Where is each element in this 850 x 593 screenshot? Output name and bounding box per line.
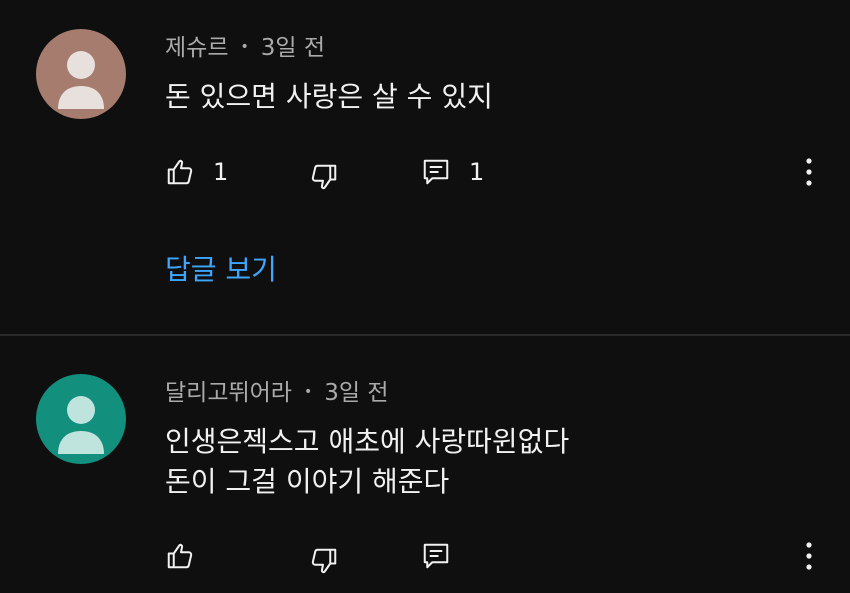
avatar-head — [67, 396, 95, 424]
comment-text: 돈 있으면 사랑은 살 수 있지 — [165, 77, 493, 117]
like-count: 1 — [213, 158, 229, 186]
comment-text-line: 돈 있으면 사랑은 살 수 있지 — [165, 80, 493, 113]
reply-comment-icon — [423, 159, 449, 185]
comment-text-line: 인생은젝스고 애초에 사랑따윈없다 — [165, 425, 570, 458]
reply-button[interactable] — [421, 539, 451, 573]
dislike-button[interactable] — [309, 544, 339, 578]
reply-comment-icon — [423, 543, 449, 569]
more-vertical-icon — [806, 158, 812, 186]
reply-button[interactable]: 1 — [421, 155, 484, 189]
thumbs-up-icon — [167, 159, 193, 185]
comment-item: 달리고뛰어라 • 3일 전 인생은젝스고 애초에 사랑따윈없다 돈이 그걸 이야기 … — [0, 336, 850, 593]
default-avatar-icon — [36, 374, 126, 464]
avatar[interactable] — [36, 374, 126, 464]
like-button[interactable]: 1 — [165, 155, 228, 189]
comment-text: 인생은젝스고 애초에 사랑따윈없다 돈이 그걸 이야기 해준다 — [165, 422, 569, 502]
more-actions-button[interactable] — [797, 539, 821, 573]
comment-author[interactable]: 제슈르 — [165, 35, 228, 61]
comment-time: 3일 전 — [260, 35, 326, 61]
comment-author[interactable]: 달리고뛰어라 — [165, 380, 292, 406]
like-button[interactable] — [165, 539, 195, 573]
avatar[interactable] — [36, 29, 126, 119]
comment-meta: 제슈르 • 3일 전 — [165, 33, 325, 66]
comment-item: 제슈르 • 3일 전 돈 있으면 사랑은 살 수 있지 1 1 답글 보기 — [0, 0, 850, 334]
meta-separator: • — [303, 384, 313, 400]
more-vertical-icon — [806, 542, 812, 570]
thumbs-down-icon — [311, 164, 337, 190]
comment-text-line: 돈이 그걸 이야기 해준다 — [165, 465, 450, 498]
meta-separator: • — [240, 39, 249, 55]
comment-meta: 달리고뛰어라 • 3일 전 — [165, 378, 389, 411]
more-actions-button[interactable] — [797, 155, 821, 189]
view-replies-link[interactable]: 답글 보기 — [165, 250, 277, 290]
reply-count: 1 — [469, 158, 485, 186]
thumbs-down-icon — [311, 548, 337, 574]
thumbs-up-icon — [167, 543, 193, 569]
dislike-button[interactable] — [309, 160, 339, 194]
avatar-head — [67, 51, 95, 79]
default-avatar-icon — [36, 29, 126, 119]
comment-time: 3일 전 — [324, 380, 389, 406]
